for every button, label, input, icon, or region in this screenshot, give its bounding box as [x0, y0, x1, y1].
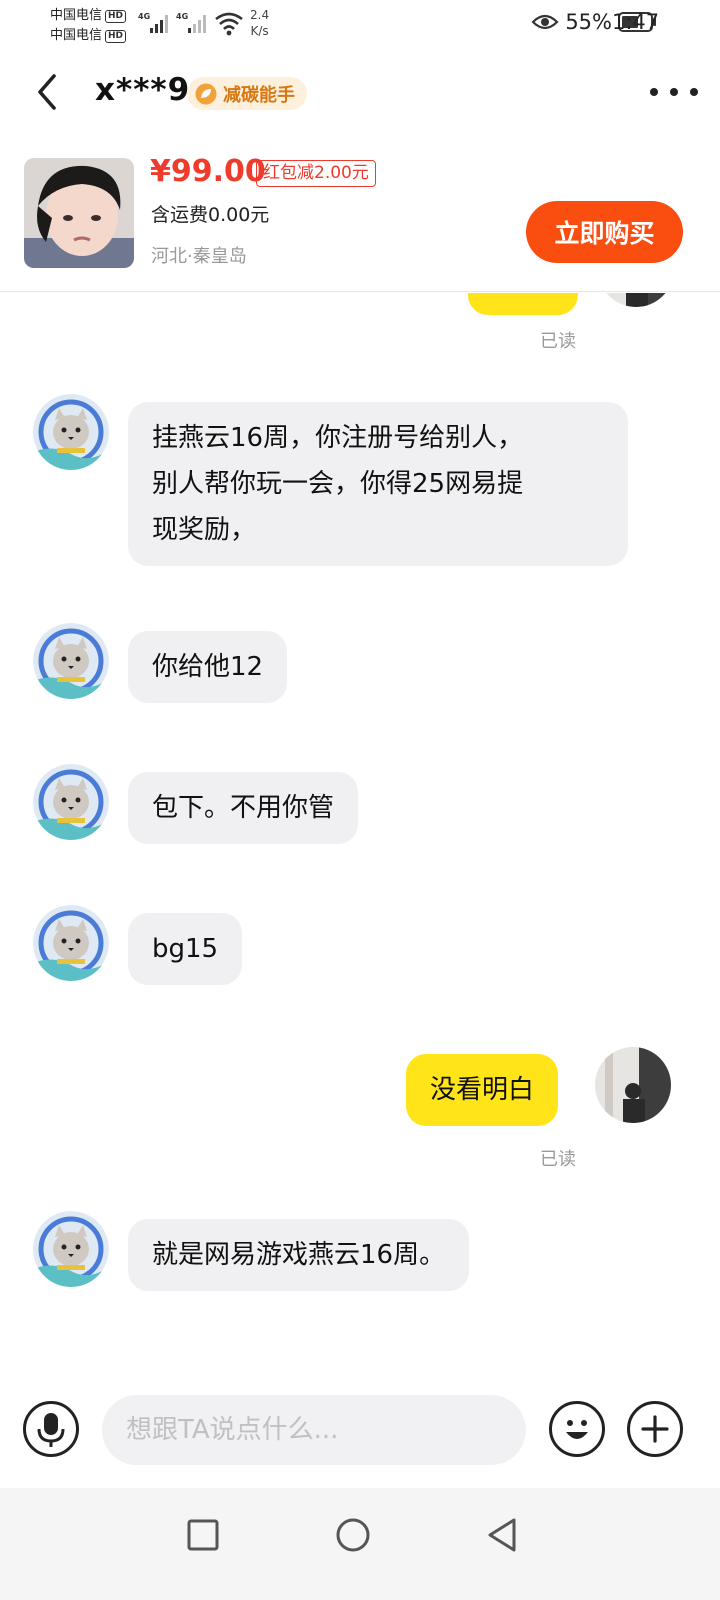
message-bubble-outgoing-partial[interactable]	[468, 293, 578, 315]
product-thumbnail[interactable]	[24, 158, 134, 268]
message-line: 没看明白	[430, 1075, 535, 1105]
badge-label: 减碳能手	[223, 84, 295, 106]
hd-badge-2: HD	[105, 29, 127, 43]
partner-avatar[interactable]	[33, 764, 109, 840]
leaf-badge-icon	[195, 83, 217, 104]
battery-percent: 55%	[565, 10, 612, 34]
clock: 1:47	[612, 10, 660, 34]
partner-avatar[interactable]	[33, 905, 109, 981]
system-navigation-bar	[0, 1488, 720, 1600]
carbon-badge[interactable]: 减碳能手	[187, 77, 307, 110]
message-list[interactable]: 已读 挂燕云16周，你注册号给别人， 别人帮你玩一会，你得25网易提 现奖励， …	[0, 293, 720, 1383]
back-triangle-icon[interactable]	[478, 1510, 528, 1560]
more-dot-icon	[690, 88, 698, 96]
partner-avatar[interactable]	[33, 394, 109, 470]
status-bar: 中国电信 HD 中国电信 HD 4G 4G 2.4 K/s 55% 1:47	[0, 0, 720, 50]
my-avatar[interactable]	[598, 293, 674, 307]
shipping-info: 含运费0.00元	[151, 204, 270, 226]
message-line: bg15	[152, 934, 219, 964]
more-options-button[interactable]	[650, 80, 698, 104]
buy-now-button[interactable]: 立即购买	[526, 201, 683, 263]
signal-1-icon: 4G	[138, 12, 168, 33]
product-card: ¥99.00 红包减2.00元 含运费0.00元 河北·秦皇岛 立即购买	[0, 136, 720, 292]
carrier-info: 中国电信 HD 中国电信 HD	[50, 6, 127, 46]
chat-partner-name[interactable]: x***9	[95, 72, 190, 108]
recent-apps-square-icon[interactable]	[178, 1510, 228, 1560]
message-line: 包下。不用你管	[152, 793, 335, 823]
my-avatar[interactable]	[595, 1047, 671, 1123]
net-type-1: 4G	[138, 12, 150, 21]
read-receipt: 已读	[540, 1149, 576, 1170]
voice-button[interactable]	[23, 1401, 79, 1457]
message-bubble-incoming[interactable]: 就是网易游戏燕云16周。	[128, 1219, 470, 1291]
more-dot-icon	[670, 88, 678, 96]
plus-icon	[641, 1415, 669, 1443]
message-bubble-outgoing[interactable]: 没看明白	[406, 1054, 559, 1126]
emoji-icon	[566, 1420, 588, 1439]
message-input[interactable]	[102, 1395, 526, 1465]
partner-avatar[interactable]	[33, 623, 109, 699]
message-bubble-incoming[interactable]: bg15	[128, 913, 243, 985]
network-speed-unit: K/s	[250, 24, 269, 38]
message-bubble-incoming[interactable]: 挂燕云16周，你注册号给别人， 别人帮你玩一会，你得25网易提 现奖励，	[128, 402, 628, 566]
network-speed-value: 2.4	[250, 8, 270, 22]
chat-header: x***9 减碳能手	[0, 50, 720, 136]
add-attachment-button[interactable]	[627, 1401, 683, 1457]
message-line: 就是网易游戏燕云16周。	[152, 1240, 446, 1270]
read-receipt: 已读	[540, 331, 576, 352]
message-bubble-incoming[interactable]: 你给他12	[128, 631, 288, 703]
carrier-2-label: 中国电信	[50, 28, 103, 43]
network-speed: 2.4 K/s	[250, 7, 269, 39]
emoji-button[interactable]	[549, 1401, 605, 1457]
message-line: 现奖励，	[152, 515, 257, 545]
net-type-2: 4G	[176, 12, 188, 21]
seller-location: 河北·秦皇岛	[151, 246, 247, 267]
message-line: 别人帮你玩一会，你得25网易提	[152, 469, 524, 499]
message-line: 挂燕云16周，你注册号给别人，	[152, 423, 524, 453]
message-bubble-incoming[interactable]: 包下。不用你管	[128, 772, 359, 844]
more-dot-icon	[650, 88, 658, 96]
coupon-tag: 红包减2.00元	[256, 160, 376, 187]
product-price: ¥99.00	[150, 154, 266, 189]
hd-badge-1: HD	[105, 9, 127, 23]
signal-2-icon: 4G	[176, 12, 206, 33]
input-bar	[0, 1383, 720, 1488]
home-circle-icon[interactable]	[328, 1510, 378, 1560]
carrier-1-label: 中国电信	[50, 8, 103, 23]
microphone-icon	[37, 1413, 65, 1447]
back-chevron-icon[interactable]	[28, 68, 68, 116]
partner-avatar[interactable]	[33, 1211, 109, 1287]
message-line: 你给他12	[152, 652, 264, 682]
wifi-icon	[215, 12, 243, 36]
eye-comfort-icon	[531, 14, 559, 30]
